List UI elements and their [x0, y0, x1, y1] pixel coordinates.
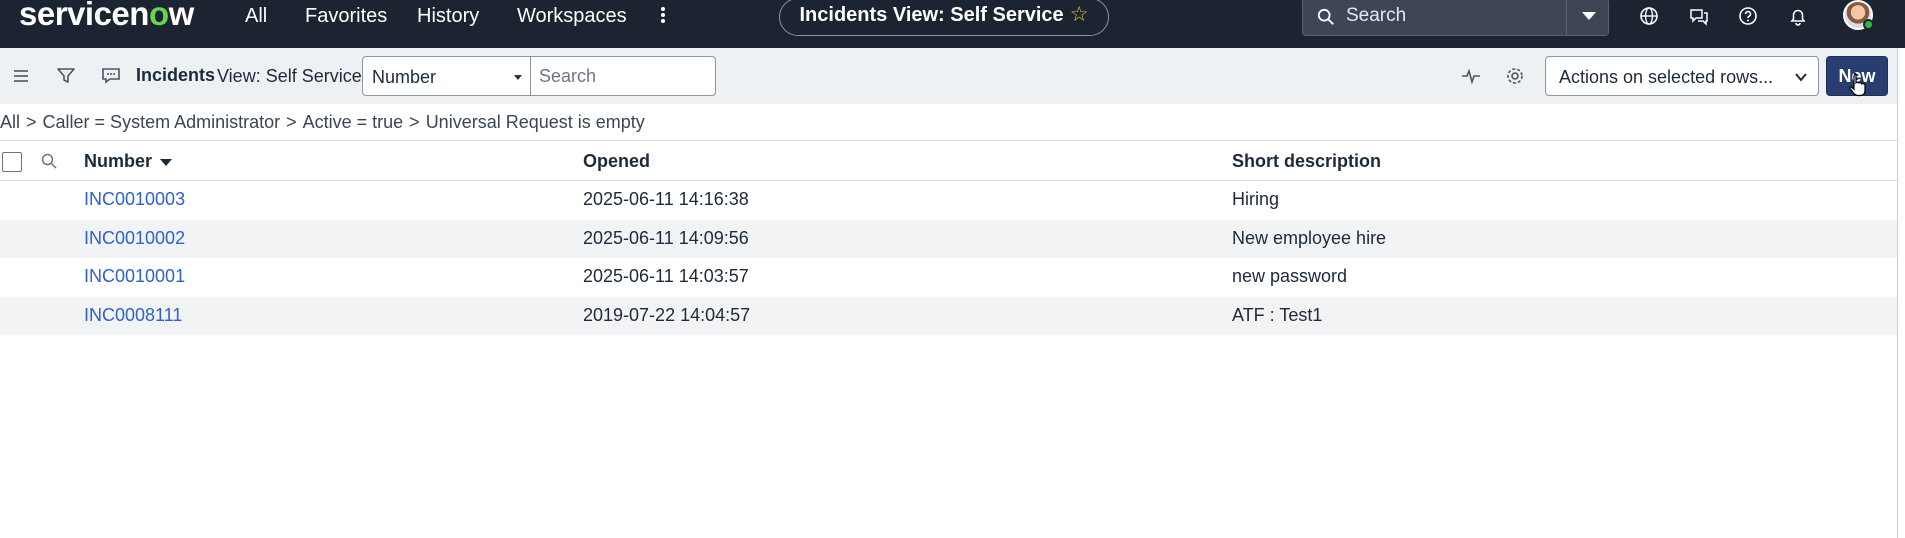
globe-icon[interactable] [1638, 5, 1660, 27]
table-row: INC0010002 2025-06-11 14:09:56 New emplo… [0, 219, 1905, 258]
opened-cell: 2025-06-11 14:09:56 [583, 227, 749, 248]
opened-cell: 2025-06-11 14:03:57 [583, 266, 749, 286]
breadcrumb-item[interactable]: Active = true [303, 112, 404, 132]
column-header-short-description[interactable]: Short description [1232, 151, 1381, 172]
page-title: Incidents View: Self Service [799, 4, 1064, 26]
nav-history[interactable]: History [417, 4, 479, 28]
column-header-opened[interactable]: Opened [583, 151, 650, 172]
gear-icon[interactable] [1504, 65, 1526, 87]
chat-icon[interactable] [1688, 5, 1710, 27]
comment-icon[interactable] [100, 65, 122, 87]
nav-favorites[interactable]: Favorites [305, 4, 387, 28]
breadcrumb-item[interactable]: All [0, 112, 20, 132]
column-search-icon[interactable] [40, 152, 58, 170]
star-icon[interactable]: ☆ [1070, 0, 1089, 31]
incidents-table: Number Opened Short description INC00100… [0, 140, 1905, 335]
servicenow-logo[interactable]: servicenow [19, 0, 194, 30]
search-scope-dropdown[interactable] [1566, 0, 1608, 35]
bell-icon[interactable] [1787, 5, 1809, 27]
table-header: Number Opened Short description [0, 140, 1905, 181]
page-title-pill[interactable]: Incidents View: Self Service ☆ [779, 0, 1109, 36]
search-field-select[interactable]: Number [362, 56, 530, 96]
short-description-cell: new password [1232, 266, 1348, 286]
global-search[interactable]: Search [1302, 0, 1609, 36]
incident-number-link[interactable]: INC0010001 [84, 266, 185, 287]
short-description-cell: New employee hire [1232, 227, 1387, 248]
breadcrumb-separator: > [26, 112, 37, 132]
incident-number-link[interactable]: INC0010003 [84, 189, 185, 210]
breadcrumb-separator: > [409, 112, 420, 132]
sort-descending-icon [160, 158, 173, 166]
short-description-cell: Hiring [1232, 189, 1280, 209]
caret-down-icon [514, 75, 522, 80]
list-toolbar: Incidents View: Self Service Number Acti… [0, 48, 1905, 104]
list-title[interactable]: Incidents [136, 65, 215, 86]
breadcrumb-item[interactable]: Caller = System Administrator [43, 112, 281, 132]
table-row: INC0010001 2025-06-11 14:03:57 new passw… [0, 258, 1905, 297]
list-search-input[interactable] [530, 56, 716, 96]
incident-number-link[interactable]: INC0008111 [84, 305, 182, 326]
short-description-cell: ATF : Test1 [1232, 304, 1323, 325]
window-edge [1897, 48, 1905, 538]
table-row: INC0008111 2019-07-22 14:04:57 ATF : Tes… [0, 296, 1905, 335]
opened-cell: 2019-07-22 14:04:57 [583, 304, 751, 325]
global-search-input[interactable]: Search [1346, 4, 1406, 28]
activity-icon[interactable] [1460, 65, 1482, 87]
actions-select-value: Actions on selected rows... [1559, 67, 1774, 87]
nav-workspaces[interactable]: Workspaces [517, 4, 627, 28]
incident-number-link[interactable]: INC0010002 [84, 228, 185, 249]
search-field-value: Number [372, 67, 437, 87]
top-header: servicenow All Favorites History Workspa… [0, 0, 1905, 48]
actions-on-selected-rows-select[interactable]: Actions on selected rows... [1545, 56, 1819, 96]
search-icon [1317, 8, 1334, 25]
more-menu-icon[interactable] [657, 6, 669, 26]
mouse-pointer-icon [1849, 72, 1866, 97]
breadcrumb-separator: > [286, 112, 297, 132]
help-icon[interactable] [1737, 5, 1759, 27]
chevron-down-icon [1795, 73, 1807, 82]
filter-breadcrumb: All > Caller = System Administrator > Active… [0, 104, 1905, 140]
table-row: INC0010003 2025-06-11 14:16:38 Hiring [0, 181, 1905, 220]
column-header-number[interactable]: Number [84, 151, 173, 172]
presence-indicator [1863, 19, 1874, 30]
list-view-label[interactable]: View: Self Service [217, 66, 362, 87]
menu-icon[interactable] [10, 65, 32, 87]
opened-cell: 2025-06-11 14:16:38 [583, 189, 749, 209]
filter-icon[interactable] [55, 65, 77, 87]
breadcrumb-item[interactable]: Universal Request is empty [426, 112, 645, 132]
select-all-checkbox[interactable] [2, 152, 22, 172]
nav-all[interactable]: All [245, 4, 267, 28]
